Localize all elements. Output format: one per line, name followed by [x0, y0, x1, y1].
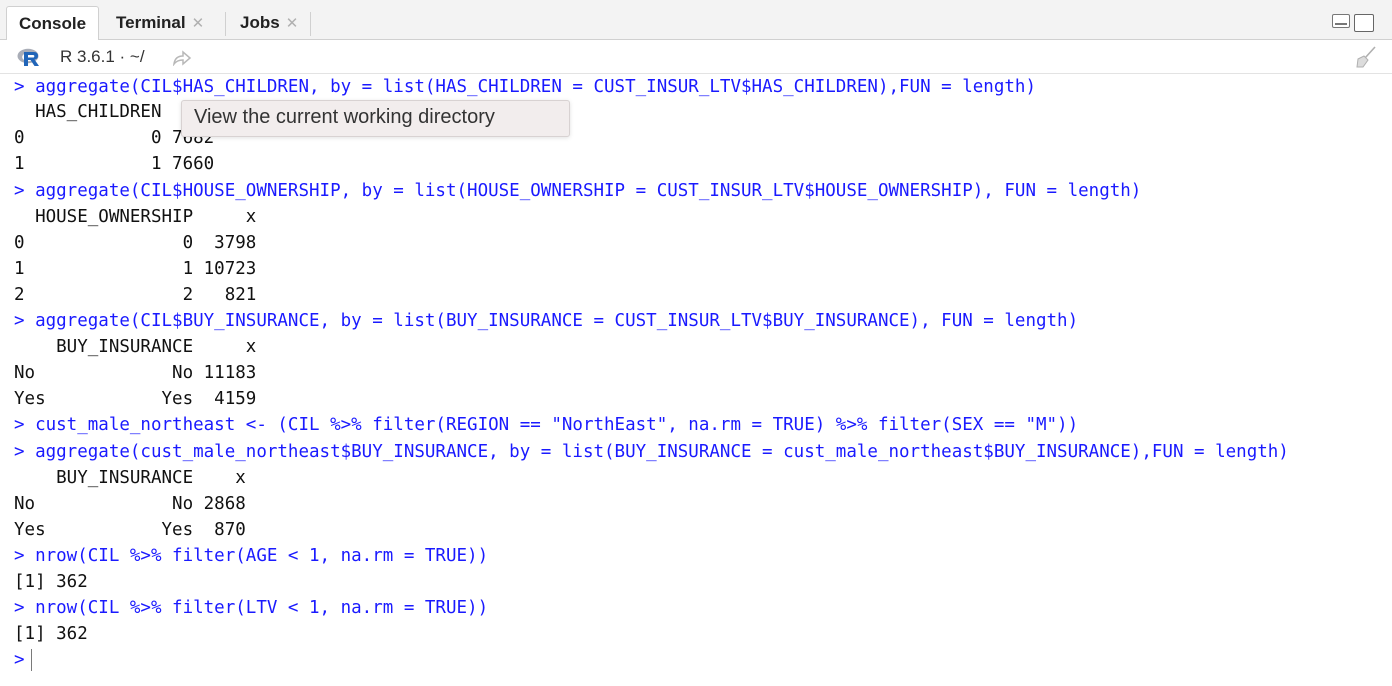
maximize-pane-icon[interactable] [1354, 14, 1374, 32]
close-icon[interactable]: ✕ [192, 14, 205, 32]
console-command-line: > aggregate(CIL$BUY_INSURANCE, by = list… [14, 311, 1079, 331]
arrow-goto-icon[interactable] [172, 50, 192, 66]
tooltip: View the current working directory [181, 100, 570, 137]
console-input-line[interactable]: > [14, 647, 32, 673]
console-output-line: No No 11183 [14, 363, 257, 383]
console-command-line: > nrow(CIL %>% filter(AGE < 1, na.rm = T… [14, 546, 489, 566]
console-output-line: 2 2 821 [14, 285, 257, 305]
console-output-line: 1 1 10723 [14, 259, 257, 279]
console-command-line: > aggregate(CIL$HOUSE_OWNERSHIP, by = li… [14, 181, 1142, 201]
console-output-line: HOUSE_OWNERSHIP x [14, 207, 257, 227]
tab-terminal[interactable]: Terminal ✕ [104, 6, 216, 40]
pane-window-controls [1332, 14, 1374, 32]
tab-jobs-label: Jobs [240, 13, 280, 32]
pane-tab-bar: Console Terminal ✕ Jobs ✕ [0, 0, 1392, 41]
close-icon[interactable]: ✕ [286, 14, 299, 32]
tab-jobs[interactable]: Jobs ✕ [228, 6, 310, 40]
console-command-line: > aggregate(cust_male_northeast$BUY_INSU… [14, 442, 1289, 462]
console-output[interactable]: > aggregate(CIL$HAS_CHILDREN, by = list(… [0, 74, 1392, 686]
text-cursor [30, 649, 32, 671]
r-logo-icon [17, 48, 39, 66]
r-version-label: R 3.6.1 [60, 47, 115, 66]
console-output-line: BUY_INSURANCE x [14, 337, 257, 357]
console-output-line: [1] 362 [14, 624, 88, 644]
tab-console-label: Console [19, 13, 87, 33]
console-output-line: [1] 362 [14, 572, 88, 592]
tab-terminal-label: Terminal [116, 13, 186, 32]
console-output-line: 0 0 3798 [14, 233, 257, 253]
console-toolbar: R 3.6.1 · ~/ [0, 40, 1392, 74]
console-command-line: > aggregate(CIL$HAS_CHILDREN, by = list(… [14, 77, 1036, 97]
broom-icon[interactable] [1354, 45, 1378, 69]
r-version: R 3.6.1 · ~/ [60, 47, 145, 67]
console-output-line: BUY_INSURANCE x [14, 468, 246, 488]
working-directory-link[interactable]: · ~/ [120, 47, 145, 66]
console-output-line: 1 1 7660 [14, 154, 215, 174]
console-command-line: > nrow(CIL %>% filter(LTV < 1, na.rm = T… [14, 598, 489, 618]
console-output-line: Yes Yes 870 [14, 520, 246, 540]
console-command-line: > cust_male_northeast <- (CIL %>% filter… [14, 415, 1079, 435]
console-output-line: No No 2868 [14, 494, 246, 514]
tab-divider [225, 12, 226, 36]
console-prompt: > [14, 650, 25, 670]
minimize-pane-icon[interactable] [1332, 14, 1350, 28]
tab-console[interactable]: Console [6, 6, 100, 41]
tab-divider [310, 12, 311, 36]
console-output-line: Yes Yes 4159 [14, 389, 257, 409]
